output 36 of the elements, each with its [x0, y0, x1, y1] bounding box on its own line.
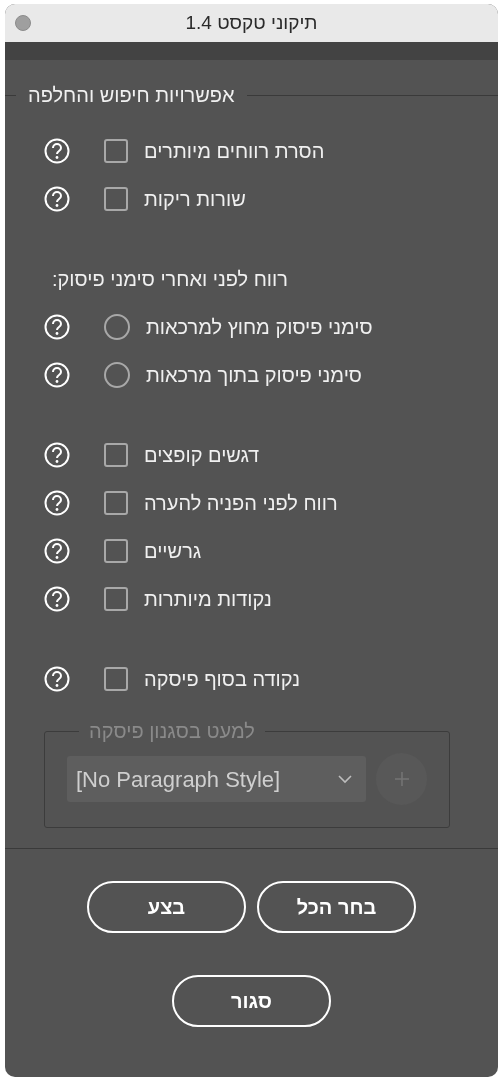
- help-icon[interactable]: [44, 362, 70, 388]
- checkbox[interactable]: [104, 539, 128, 563]
- help-icon[interactable]: [44, 666, 70, 692]
- checkbox[interactable]: [104, 491, 128, 515]
- help-icon[interactable]: [44, 586, 70, 612]
- option-label: גרשיים: [144, 539, 202, 564]
- help-icon[interactable]: [44, 138, 70, 164]
- option-label: נקודות מיותרות: [144, 587, 272, 612]
- section-heading: רווח לפני ואחרי סימני פיסוק:: [52, 267, 288, 292]
- option-label: סימני פיסוק מחוץ למרכאות: [146, 315, 373, 340]
- option-label: הסרת רווחים מיותרים: [144, 139, 325, 164]
- checkbox[interactable]: [104, 187, 128, 211]
- window-title: תיקוני טקסט 1.4: [185, 10, 318, 35]
- chevron-down-icon: [338, 774, 353, 784]
- checkbox[interactable]: [104, 443, 128, 467]
- checkbox[interactable]: [104, 667, 128, 691]
- help-icon[interactable]: [44, 186, 70, 212]
- help-icon[interactable]: [44, 442, 70, 468]
- help-icon[interactable]: [44, 538, 70, 564]
- dialog-button[interactable]: בצע: [87, 881, 246, 933]
- group-title: אפשרויות חיפוש והחלפה: [27, 83, 236, 107]
- help-icon[interactable]: [44, 314, 70, 340]
- checkbox[interactable]: [104, 587, 128, 611]
- close-window-control[interactable]: [15, 15, 31, 31]
- checkbox[interactable]: [104, 139, 128, 163]
- dialog-button[interactable]: סגור: [172, 975, 331, 1027]
- radio-button[interactable]: [104, 314, 130, 340]
- plus-icon: [394, 772, 409, 786]
- option-label: רווח לפני הפניה להערה: [144, 491, 338, 516]
- help-icon[interactable]: [44, 490, 70, 516]
- option-label: נקודה בסוף פיסקה: [144, 667, 300, 692]
- option-label: סימני פיסוק בתוך מרכאות: [146, 363, 362, 388]
- dialog-button[interactable]: בחר הכל: [257, 881, 416, 933]
- radio-button[interactable]: [104, 362, 130, 388]
- option-label: דגשים קופצים: [144, 443, 260, 468]
- option-label: שורות ריקות: [144, 187, 246, 212]
